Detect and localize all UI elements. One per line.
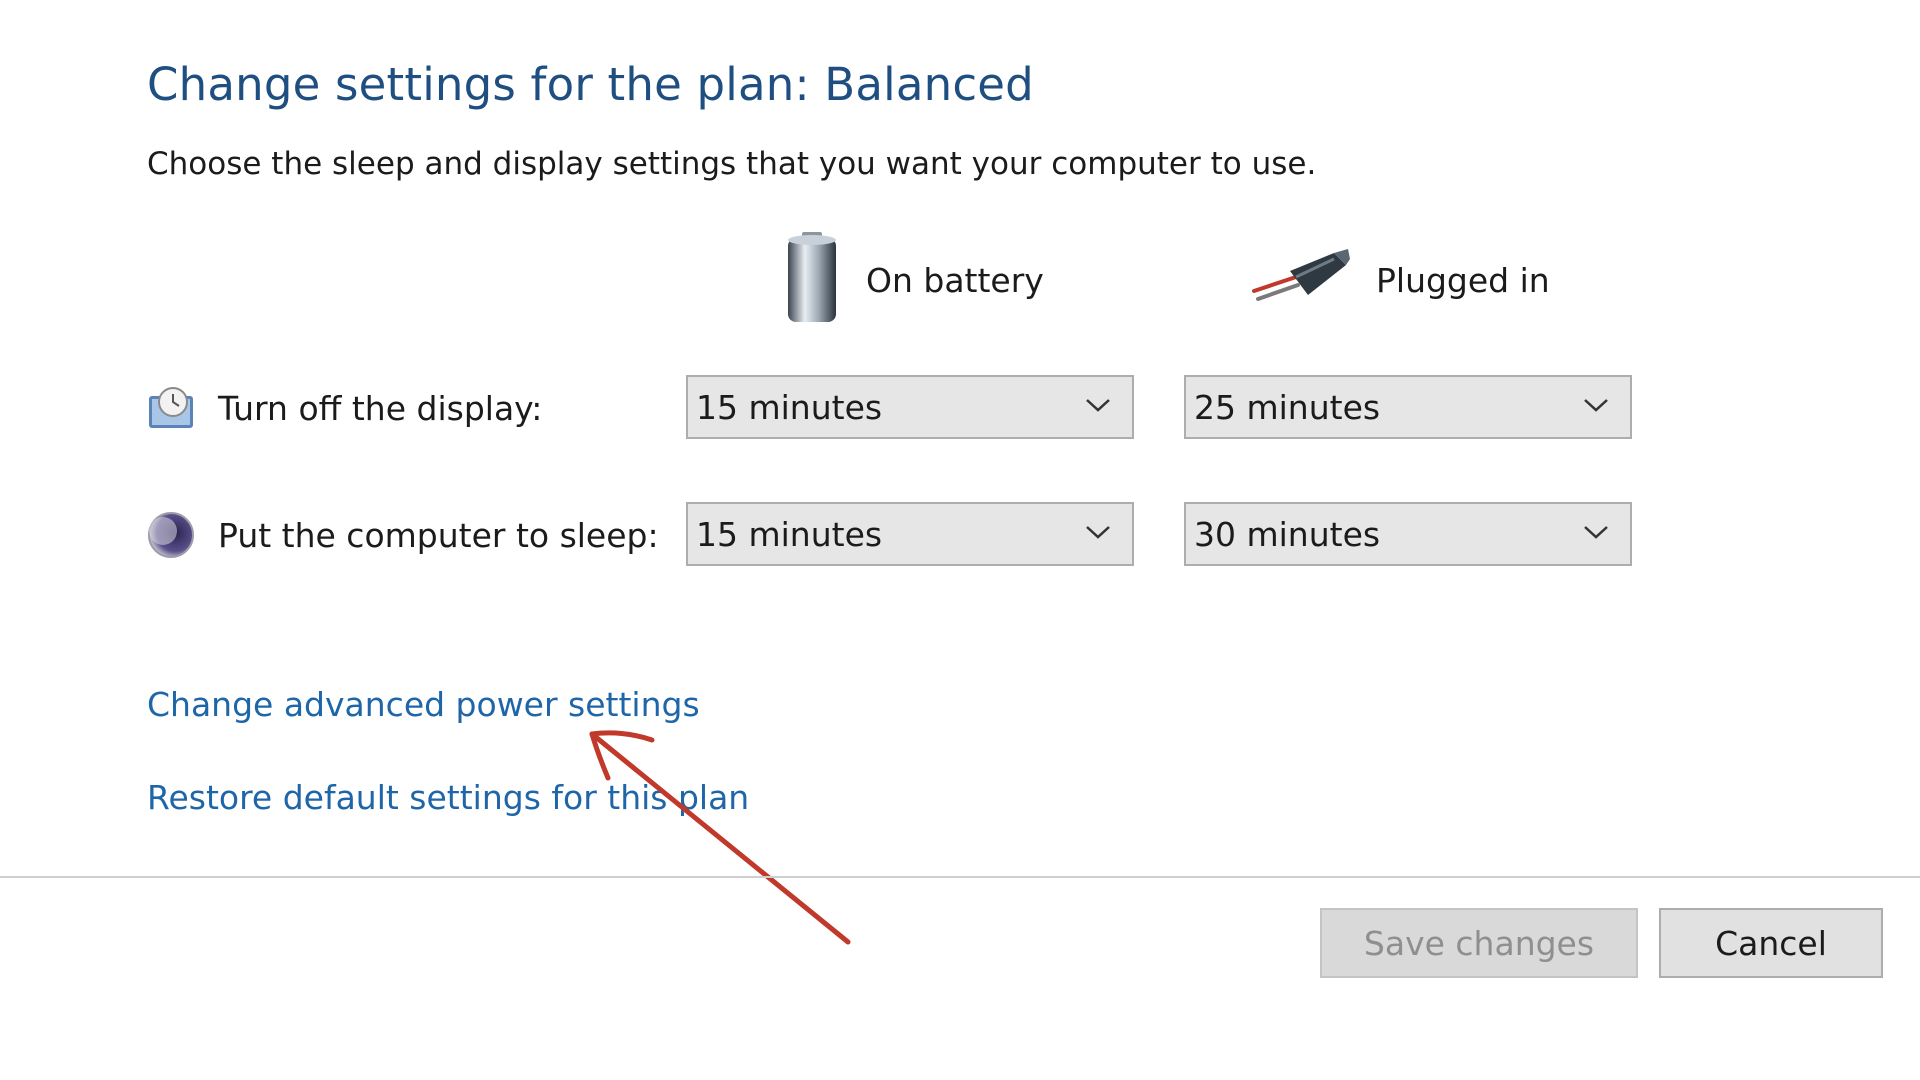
page-subtitle: Choose the sleep and display settings th… bbox=[147, 146, 1317, 182]
display-on-battery-dropdown[interactable]: 15 minutes bbox=[686, 375, 1134, 439]
page-title: Change settings for the plan: Balanced bbox=[147, 58, 1034, 111]
cancel-button[interactable]: Cancel bbox=[1659, 908, 1883, 978]
column-header-on-battery: On battery bbox=[780, 230, 1044, 330]
column-header-plugged-in: Plugged in bbox=[1250, 230, 1550, 330]
sleep-moon-icon bbox=[147, 511, 195, 559]
setting-row-sleep: Put the computer to sleep: bbox=[147, 502, 659, 568]
dropdown-value: 15 minutes bbox=[696, 387, 883, 427]
setting-row-turn-off-display: Turn off the display: bbox=[147, 375, 542, 441]
battery-icon bbox=[780, 230, 844, 330]
dropdown-value: 25 minutes bbox=[1194, 387, 1381, 427]
sleep-plugged-in-dropdown[interactable]: 30 minutes bbox=[1184, 502, 1632, 566]
restore-default-settings-link[interactable]: Restore default settings for this plan bbox=[147, 778, 749, 817]
setting-label-sleep: Put the computer to sleep: bbox=[218, 515, 659, 555]
save-changes-button[interactable]: Save changes bbox=[1320, 908, 1638, 978]
annotation-arrow bbox=[589, 730, 851, 945]
footer-divider bbox=[0, 876, 1920, 878]
display-plugged-in-dropdown[interactable]: 25 minutes bbox=[1184, 375, 1632, 439]
chevron-down-icon bbox=[1084, 396, 1112, 418]
chevron-down-icon bbox=[1084, 523, 1112, 545]
power-plug-icon bbox=[1250, 243, 1354, 317]
display-clock-icon bbox=[147, 384, 195, 432]
chevron-down-icon bbox=[1582, 396, 1610, 418]
dropdown-value: 30 minutes bbox=[1194, 514, 1381, 554]
change-advanced-power-settings-link[interactable]: Change advanced power settings bbox=[147, 685, 700, 724]
setting-label-turn-off-display: Turn off the display: bbox=[218, 388, 543, 428]
column-label-on-battery: On battery bbox=[866, 260, 1044, 300]
chevron-down-icon bbox=[1582, 523, 1610, 545]
column-label-plugged-in: Plugged in bbox=[1376, 260, 1550, 300]
power-plan-settings-window: Change settings for the plan: Balanced C… bbox=[0, 0, 1920, 1080]
dropdown-value: 15 minutes bbox=[696, 514, 883, 554]
sleep-on-battery-dropdown[interactable]: 15 minutes bbox=[686, 502, 1134, 566]
